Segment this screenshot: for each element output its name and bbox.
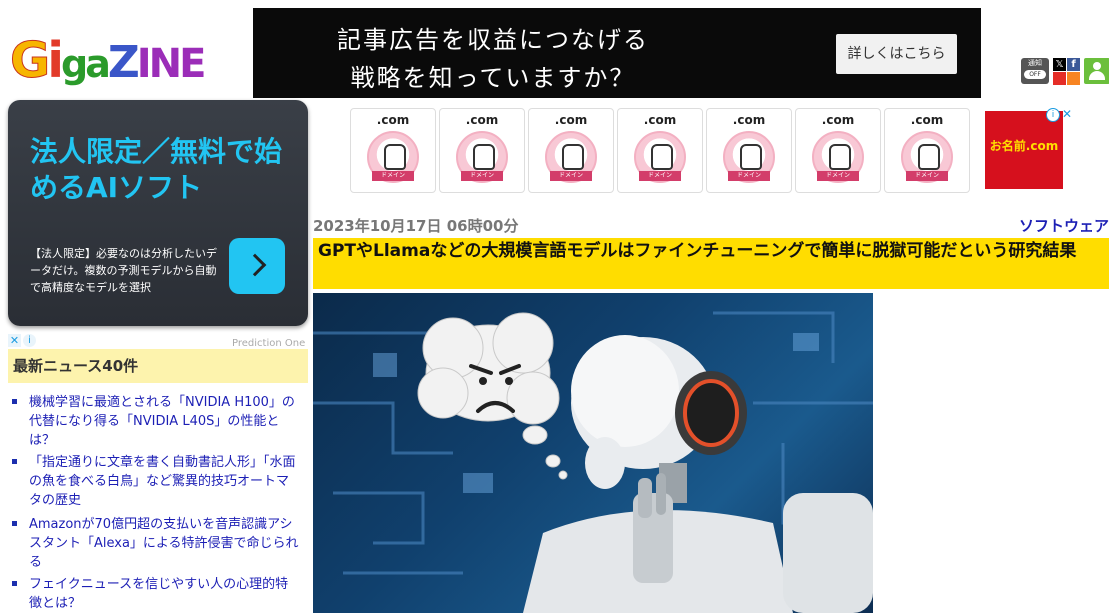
notification-toggle-icon[interactable]: 通知 OFF [1021, 58, 1049, 84]
onamae-ad-box[interactable]: お名前.com [985, 111, 1063, 189]
sidebar-ad[interactable]: 法人限定／無料で始めるAIソフト 【法人限定】必要なのは分析したいデータだけ。複… [8, 100, 308, 326]
domain-ad-card[interactable]: .com ドメイン [350, 108, 436, 193]
domain-ad-card[interactable]: .com ドメイン [706, 108, 792, 193]
domain-label: .com [732, 113, 766, 127]
ad-info-icon[interactable]: i [1046, 108, 1060, 122]
domain-tag: ドメイン [906, 171, 948, 181]
domain-ad-card[interactable]: .com ドメイン [884, 108, 970, 193]
domain-label: .com [554, 113, 588, 127]
sidebar-ad-arrow-button[interactable] [229, 238, 285, 294]
domain-label: .com [910, 113, 944, 127]
domain-ad-strip: .com ドメイン .com ドメイン .com ドメイン .com ドメイン … [350, 108, 972, 193]
news-link[interactable]: 「指定通りに文章を書く自動書記人形」「水面の魚を食べる白鳥」など驚異的技巧オート… [29, 453, 301, 510]
ad-info-icon[interactable]: i [23, 334, 36, 347]
onamae-brand: お名前.com [989, 139, 1059, 153]
logo-letter-z: Z [107, 37, 140, 88]
user-account-icon[interactable] [1084, 58, 1109, 84]
logo-letter-g: G [9, 32, 50, 90]
top-ad-details-button[interactable]: 詳しくはこちら [836, 34, 957, 74]
domain-label: .com [821, 113, 855, 127]
article-title: GPTやLlamaなどの大規模言語モデルはファインチューニングで簡単に脱獄可能だ… [313, 238, 1109, 289]
article-hero-image [313, 293, 873, 613]
youtube-icon[interactable] [1053, 72, 1066, 85]
thinking-robot-illustration [313, 311, 873, 613]
article-date: 2023年10月17日 06時00分 [313, 217, 519, 235]
ad-close-icon[interactable]: ✕ [8, 334, 21, 347]
latest-news-title: 最新ニュース40件 [8, 349, 308, 383]
domain-tag: ドメイン [817, 171, 859, 181]
x-twitter-icon[interactable]: 𝕏 [1053, 58, 1066, 71]
domain-tag: ドメイン [728, 171, 770, 181]
latest-news-box: 最新ニュース40件 機械学習に最適とされる「NVIDIA H100」の代替になり… [8, 349, 308, 611]
logo-letter-i: i [47, 32, 64, 89]
news-item: Amazonが70億円超の支払いを音声認識アシスタント「Alexa」による特許侵… [8, 515, 308, 572]
domain-tag: ドメイン [461, 171, 503, 181]
facebook-icon[interactable]: f [1067, 58, 1080, 71]
domain-ad-card[interactable]: .com ドメイン [439, 108, 525, 193]
rss-icon[interactable] [1067, 72, 1080, 85]
domain-label: .com [376, 113, 410, 127]
logo-letters-ine: INE [136, 41, 207, 87]
news-link[interactable]: 機械学習に最適とされる「NVIDIA H100」の代替になり得る「NVIDIA … [29, 393, 301, 450]
site-logo[interactable]: GigaZINE [9, 30, 215, 92]
notify-state: OFF [1024, 70, 1046, 79]
robot-figure [523, 335, 873, 613]
top-banner-ad[interactable]: 記事広告を収益につなげる 戦略を知っていますか？ 詳しくはこちら [253, 8, 981, 98]
ad-source-label: Prediction One [232, 338, 306, 349]
domain-ad-card[interactable]: .com ドメイン [795, 108, 881, 193]
article-meta: 2023年10月17日 06時00分 ソフトウェア [313, 215, 1109, 235]
header-social-icons: 通知 OFF 𝕏 f [1019, 58, 1109, 86]
domain-label: .com [643, 113, 677, 127]
domain-ad-card[interactable]: .com ドメイン [617, 108, 703, 193]
news-item: フェイクニュースを信じやすい人の心理的特徴とは？ [8, 575, 308, 613]
sidebar-ad-description: 【法人限定】必要なのは分析したいデータだけ。複数の予測モデルから自動で高精度なモ… [30, 247, 217, 294]
ad-choices: ✕ i [8, 334, 42, 348]
domain-tag: ドメイン [550, 171, 592, 181]
news-link[interactable]: フェイクニュースを信じやすい人の心理的特徴とは？ [29, 575, 301, 613]
top-ad-line1: 記事広告を収益につなげる [337, 26, 649, 54]
domain-ad-card[interactable]: .com ドメイン [528, 108, 614, 193]
domain-tag: ドメイン [639, 171, 681, 181]
domain-label: .com [465, 113, 499, 127]
ad-close-icon[interactable]: ✕ [1061, 108, 1073, 120]
news-link[interactable]: Amazonが70億円超の支払いを音声認識アシスタント「Alexa」による特許侵… [29, 515, 301, 572]
domain-tag: ドメイン [372, 171, 414, 181]
sidebar-ad-headline: 法人限定／無料で始めるAIソフト [30, 135, 283, 204]
news-item: 「指定通りに文章を書く自動書記人形」「水面の魚を食べる白鳥」など驚異的技巧オート… [8, 453, 308, 510]
logo-letters-ga: ga [61, 42, 111, 86]
article-category-link[interactable]: ソフトウェア [1019, 215, 1109, 236]
top-ad-line2: 戦略を知っていますか？ [350, 64, 636, 92]
onamae-side-ad[interactable]: お名前.com i ✕ [985, 108, 1078, 190]
news-item: 機械学習に最適とされる「NVIDIA H100」の代替になり得る「NVIDIA … [8, 393, 308, 450]
notify-label: 通知 [1028, 59, 1042, 67]
